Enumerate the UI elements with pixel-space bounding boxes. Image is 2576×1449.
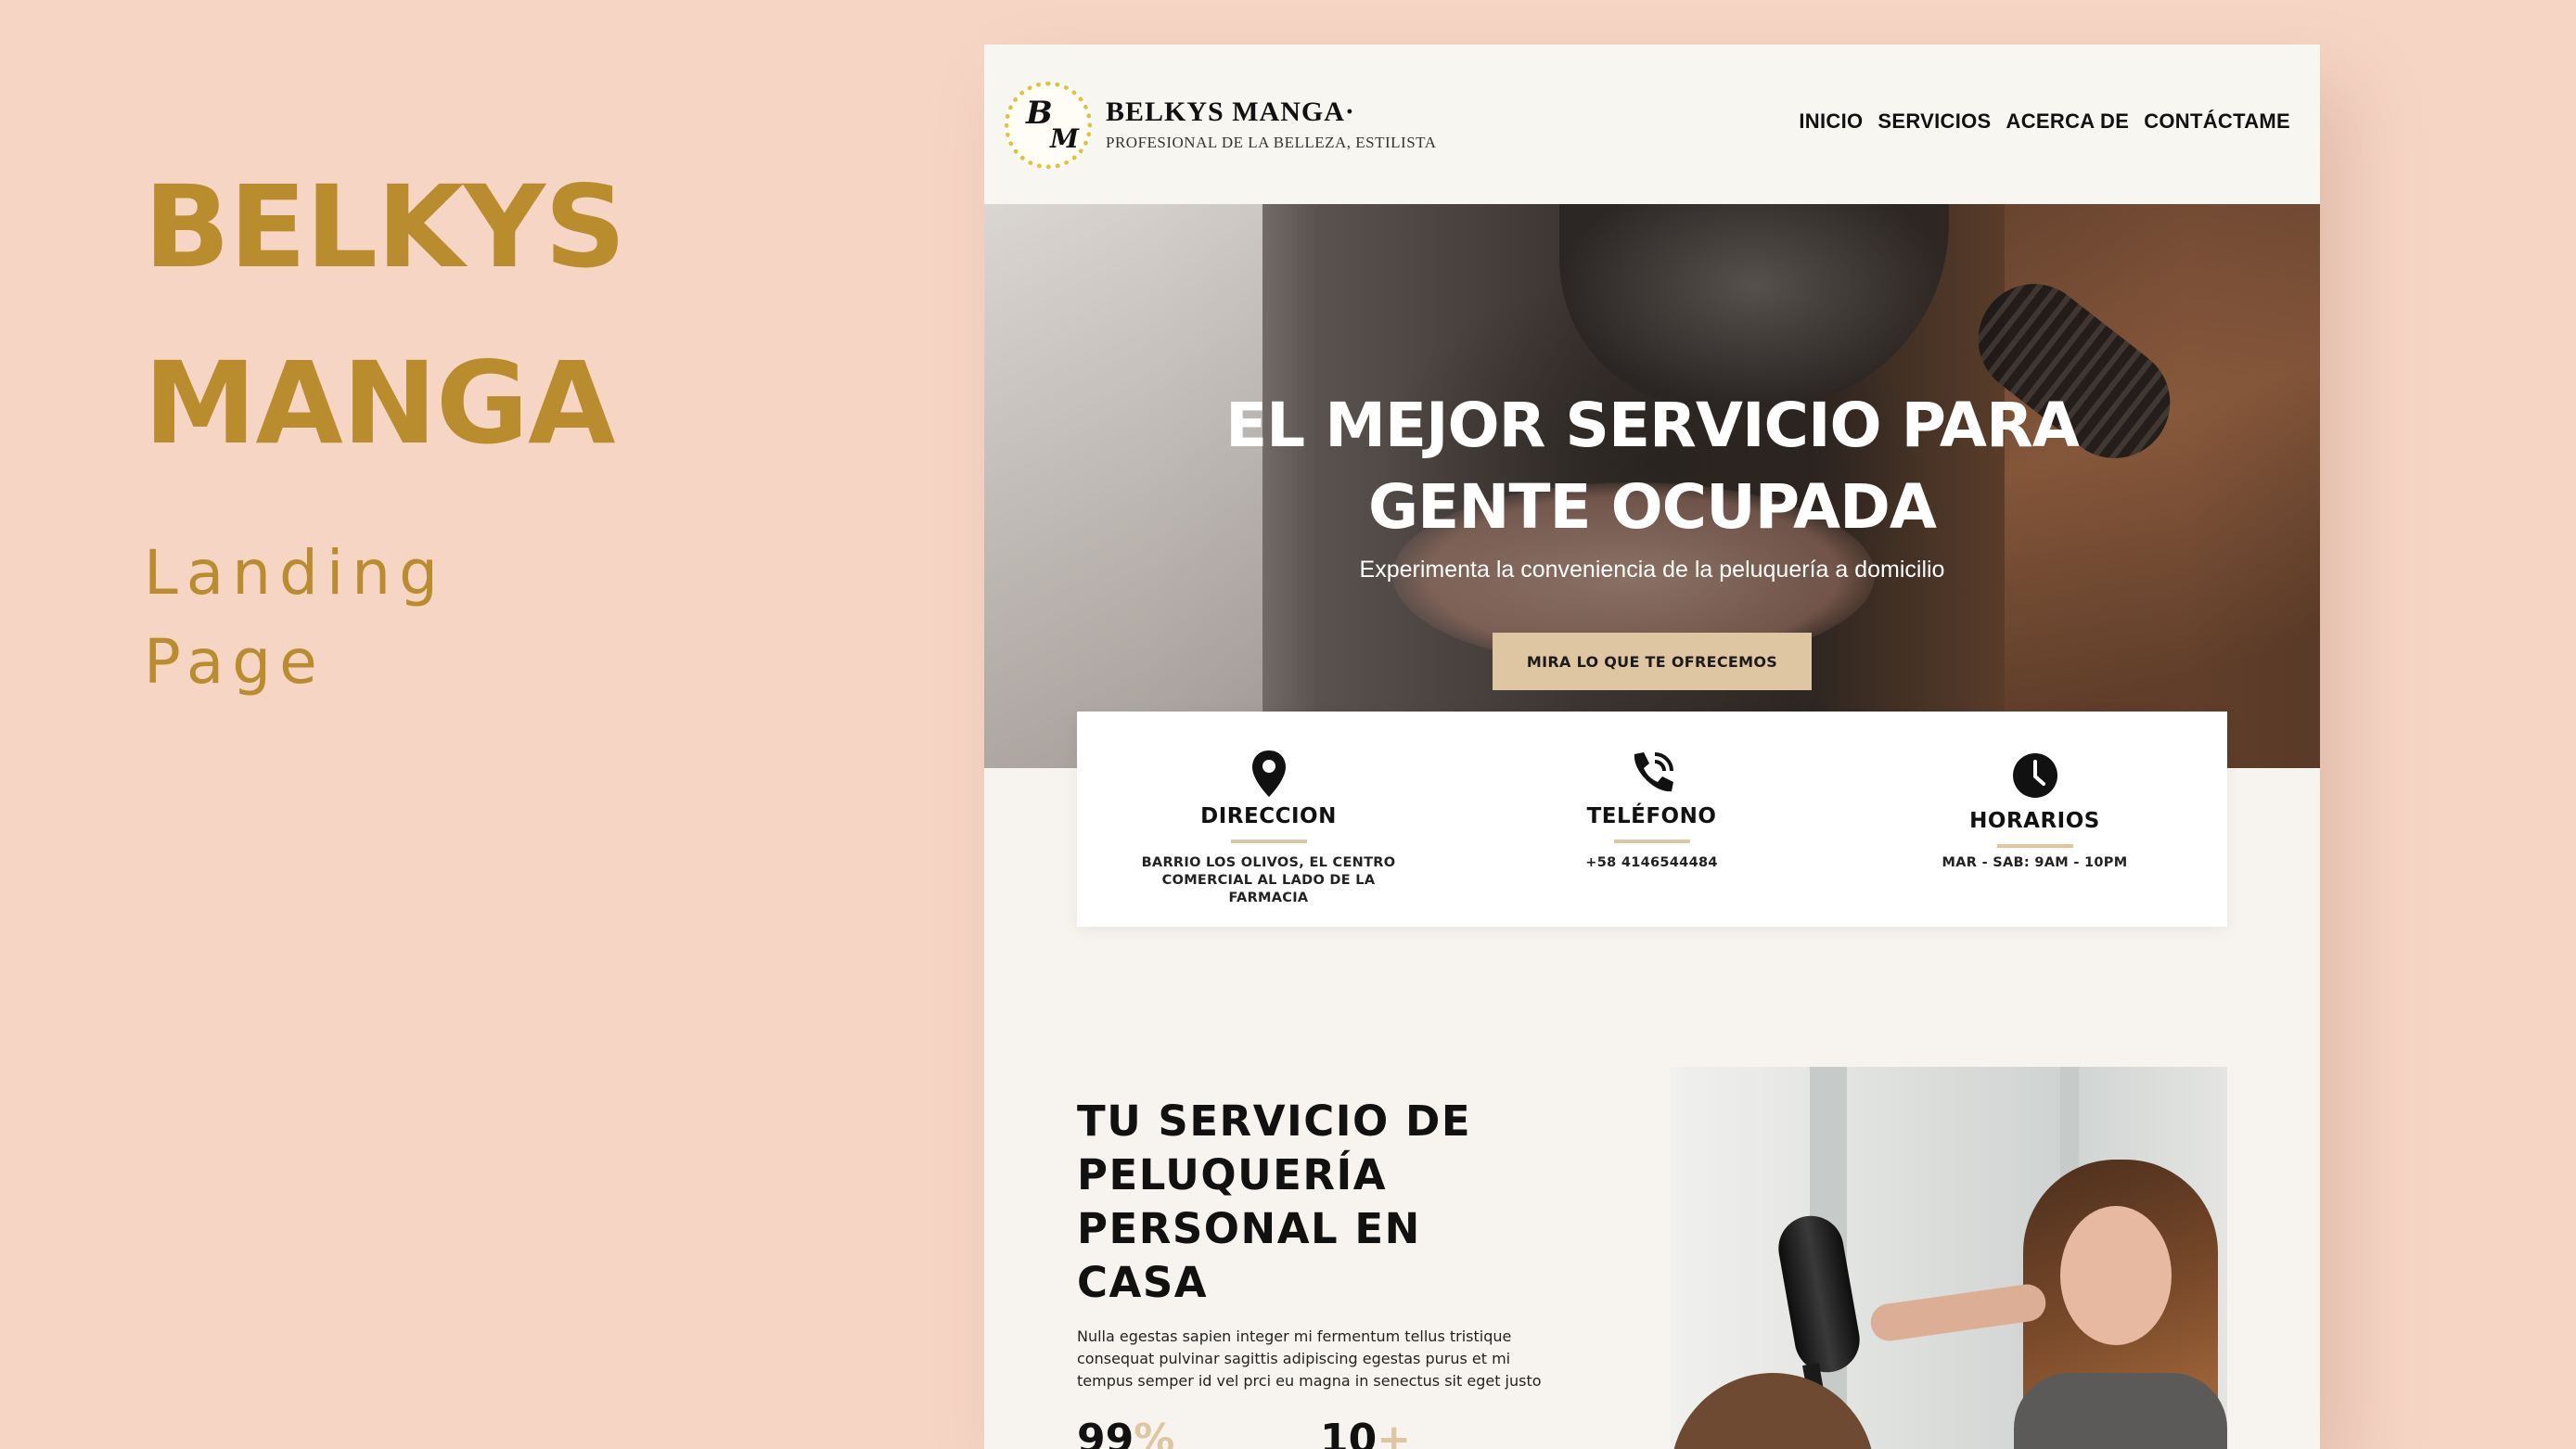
location-pin-icon [1077,749,1460,799]
main-nav: INICIO SERVICIOS ACERCA DE CONTÁCTAME [1799,109,2290,134]
info-hours-text: MAR - SAB: 9AM - 10PM [1942,855,2128,870]
info-hours-heading: HORARIOS [1969,809,2100,833]
logo-monogram-b: B [1026,95,1053,132]
info-hours-divider [1997,844,2073,848]
photo-stylist-body [2014,1373,2227,1449]
service-stat-years: 10+ [1320,1416,1411,1449]
brand-tagline: PROFESIONAL DE LA BELLEZA, ESTILISTA [1106,134,1437,151]
promo-title-block: BELKYS MANGA Landing Page [144,139,626,707]
hero-cta-button[interactable]: MIRA LO QUE TE OFRECEMOS [1493,633,1812,690]
hero-title: EL MEJOR SERVICIO PARA GENTE OCUPADA [984,385,2320,548]
service-title: TU SERVICIO DE PELUQUERÍA PERSONAL EN CA… [1077,1095,1471,1310]
info-address-divider [1231,840,1307,843]
phone-icon [1460,749,1843,799]
nav-link-acerca-de[interactable]: ACERCA DE [2006,109,2130,134]
promo-subtitle-line-2: Page [144,626,326,698]
service-title-line-2: PELUQUERÍA [1077,1150,1388,1199]
info-address-heading: DIRECCION [1200,804,1337,828]
photo-stylist-face [2060,1206,2172,1345]
hero-subtitle: Experimenta la conveniencia de la peluqu… [1359,557,1945,583]
service-stat-satisfaction: 99% [1077,1416,1174,1449]
nav-link-contactame[interactable]: CONTÁCTAME [2144,109,2290,134]
photo-hair-dryer [1773,1211,1865,1378]
nav-link-inicio[interactable]: INICIO [1799,109,1863,134]
service-title-line-1: TU SERVICIO DE [1077,1096,1472,1146]
site-header: B M BELKYS MANGA· PROFESIONAL DE LA BELL… [984,45,2320,205]
info-phone: TELÉFONO +58 4146544484 [1460,712,1843,927]
photo-stylist-arm [1868,1281,2048,1344]
stat-value: 99 [1077,1416,1134,1449]
logo-monogram-m: M [1050,123,1079,154]
info-card: DIRECCION BARRIO LOS OLIVOS, EL CENTRO C… [1077,712,2227,927]
stylist-photo [1671,1067,2227,1449]
info-phone-heading: TELÉFONO [1586,804,1717,828]
service-title-line-4: CASA [1077,1258,1209,1307]
hero-title-line-2: GENTE OCUPADA [1368,471,1937,543]
hero-section: EL MEJOR SERVICIO PARA GENTE OCUPADA Exp… [984,204,2320,768]
service-body-text: Nulla egestas sapien integer mi fermentu… [1077,1327,1542,1390]
stat-suffix: % [1134,1416,1175,1449]
info-phone-divider [1614,840,1690,843]
promo-title-line-1: BELKYS [144,161,626,293]
hero-title-line-1: EL MEJOR SERVICIO PARA [1225,390,2080,461]
nav-link-servicios[interactable]: SERVICIOS [1878,109,1991,134]
landing-page-mockup: B M BELKYS MANGA· PROFESIONAL DE LA BELL… [984,45,2320,1449]
promo-title-line-2: MANGA [144,338,615,469]
stat-suffix: + [1377,1416,1412,1449]
stat-value: 10 [1320,1416,1378,1449]
info-address: DIRECCION BARRIO LOS OLIVOS, EL CENTRO C… [1077,712,1460,927]
brand-name[interactable]: BELKYS MANGA· [1106,96,1355,128]
info-address-text: BARRIO LOS OLIVOS, EL CENTRO COMERCIAL A… [1141,855,1396,905]
promo-subtitle-line-1: Landing [144,537,447,609]
info-phone-text[interactable]: +58 4146544484 [1516,854,1788,872]
clock-icon [1843,749,2226,799]
hero-photo-hair-dryer [1559,204,1949,408]
service-title-line-3: PERSONAL EN [1077,1204,1421,1253]
logo-badge[interactable]: B M [1005,82,1092,169]
info-hours: HORARIOS MAR - SAB: 9AM - 10PM [1843,712,2226,927]
